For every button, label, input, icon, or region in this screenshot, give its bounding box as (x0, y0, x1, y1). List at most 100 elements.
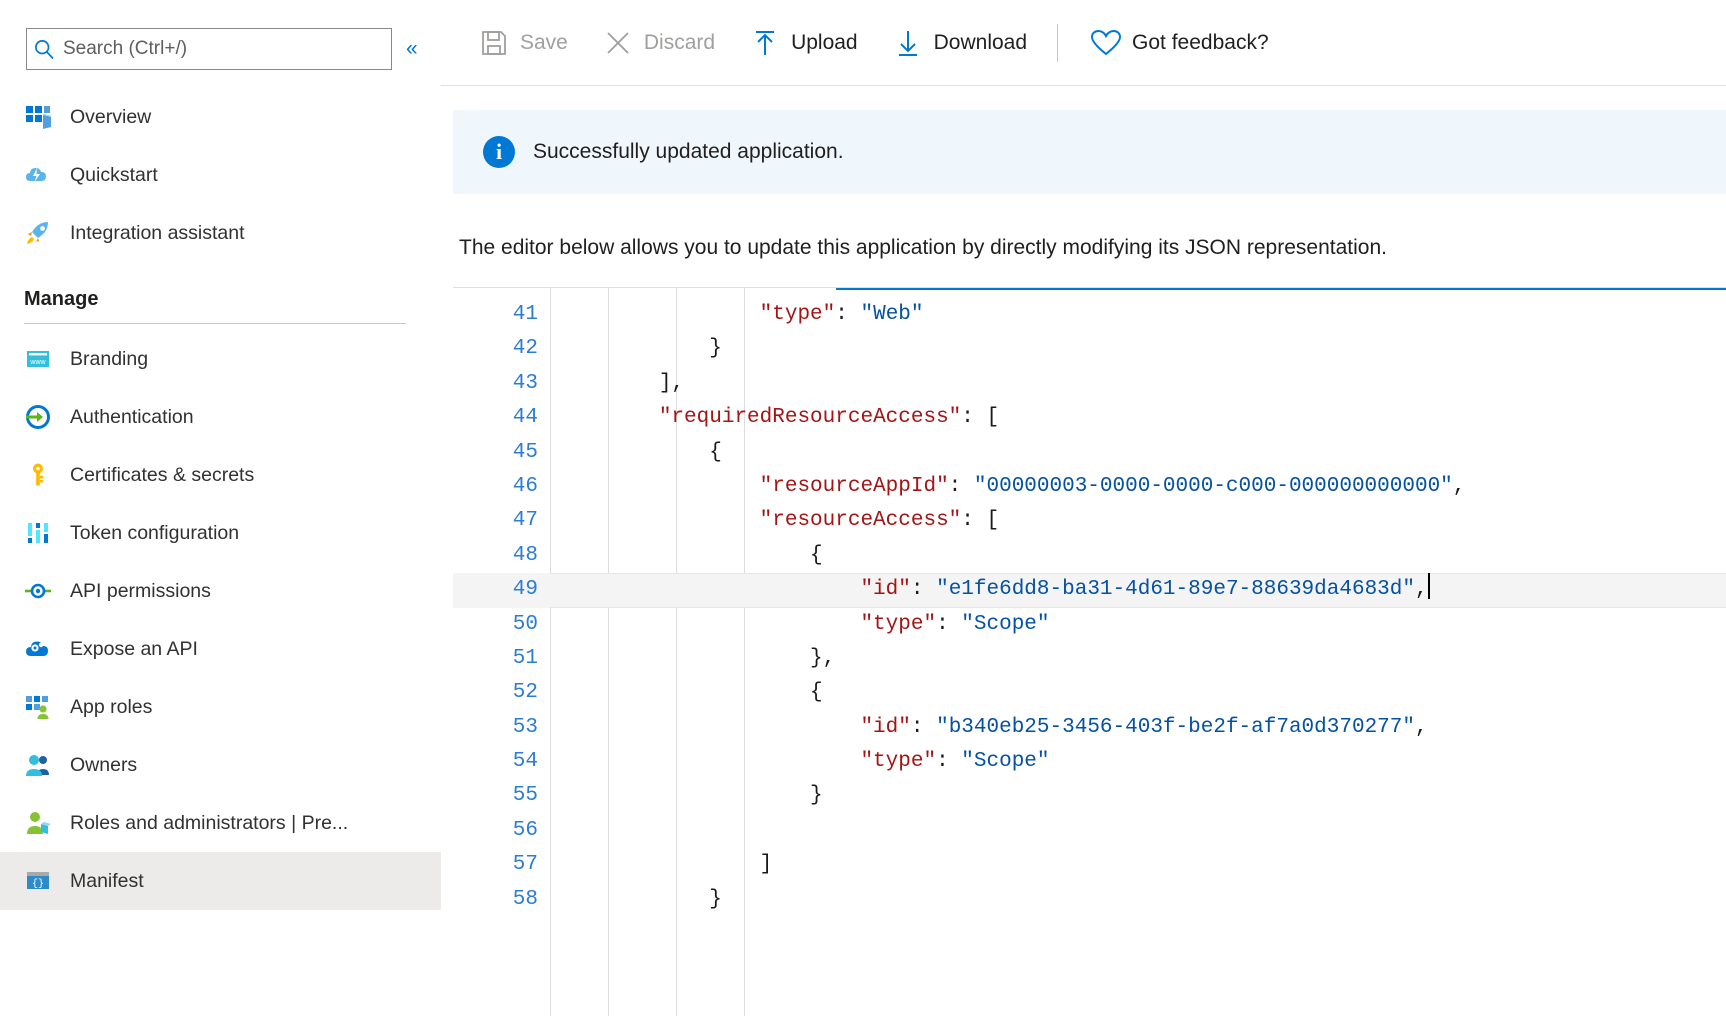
code-line[interactable]: 51 }, (453, 642, 1726, 676)
sidebar-item-token-configuration[interactable]: Token configuration (0, 504, 441, 562)
line-number: 51 (512, 646, 538, 670)
line-number: 57 (512, 853, 538, 877)
sidebar-item-roles-and-administrators[interactable]: Roles and administrators | Pre... (0, 794, 441, 852)
text-cursor (1427, 573, 1430, 600)
code-line[interactable]: 47 "resourceAccess": [ (453, 504, 1726, 538)
line-number: 54 (512, 750, 538, 774)
code-token-str: "00000003-0000-0000-c000-000000000000" (973, 474, 1453, 498)
code-line[interactable]: 50 "type": "Scope" (453, 608, 1726, 642)
code-line[interactable]: 56 (453, 814, 1726, 848)
code-line[interactable]: 58 } (453, 883, 1726, 917)
code-line[interactable]: 46 "resourceAppId": "00000003-0000-0000-… (453, 470, 1726, 504)
app-roles-icon (24, 691, 62, 723)
code-line[interactable]: 48 { (453, 539, 1726, 573)
search-box[interactable] (26, 28, 392, 70)
line-number: 56 (512, 818, 538, 842)
upload-button[interactable]: Upload (739, 18, 864, 68)
roles-admin-icon (24, 807, 62, 839)
token-bars-icon (24, 517, 62, 549)
sidebar-item-label: Owners (70, 753, 138, 776)
search-input[interactable] (61, 30, 391, 68)
line-number: 48 (512, 543, 538, 567)
download-button[interactable]: Download (882, 18, 1033, 68)
sidebar-manage-items: www Branding Authentication Certificates… (0, 330, 441, 910)
line-number: 50 (512, 612, 538, 636)
code-text: { (550, 676, 823, 710)
command-toolbar: Save Discard Upload Download Got feedbac… (441, 0, 1726, 86)
code-line[interactable]: 54 "type": "Scope" (453, 745, 1726, 779)
code-line[interactable]: 55 } (453, 779, 1726, 813)
download-label: Download (933, 30, 1028, 54)
authentication-arrow-icon (24, 401, 62, 433)
code-line[interactable]: 42 } (453, 332, 1726, 366)
code-line[interactable]: 44 "requiredResourceAccess": [ (453, 401, 1726, 435)
expose-api-cloud-gear-icon (24, 633, 62, 665)
line-number: 58 (512, 887, 538, 911)
sidebar-item-authentication[interactable]: Authentication (0, 388, 441, 446)
got-feedback-button[interactable]: Got feedback? (1080, 18, 1275, 68)
code-line[interactable]: 41 "type": "Web" (453, 298, 1726, 332)
code-line[interactable]: 43 ], (453, 367, 1726, 401)
code-line[interactable]: 45 { (453, 436, 1726, 470)
sidebar-item-label: Integration assistant (70, 221, 245, 244)
code-text: } (550, 779, 823, 813)
save-button[interactable]: Save (468, 18, 574, 68)
collapse-sidebar-button[interactable]: « (406, 34, 418, 64)
code-text: "requiredResourceAccess": [ (550, 401, 999, 435)
sidebar-item-owners[interactable]: Owners (0, 736, 441, 794)
sidebar-item-label: Quickstart (70, 163, 158, 186)
svg-text:{}: {} (32, 878, 44, 890)
code-token-pun: : (910, 715, 937, 739)
sidebar-item-label: Overview (70, 105, 152, 128)
code-token-str: "b340eb25-3456-403f-be2f-af7a0d370277" (936, 715, 1415, 739)
code-line[interactable]: 49 "id": "e1fe6dd8-ba31-4d61-89e7-88639d… (453, 573, 1726, 608)
code-line[interactable]: 53 "id": "b340eb25-3456-403f-be2f-af7a0d… (453, 711, 1726, 745)
manifest-json-editor[interactable]: 41 "type": "Web" 42 } 43 ], 44 "requiredRes… (453, 287, 1726, 1016)
code-lines-container[interactable]: 41 "type": "Web" 42 } 43 ], 44 "requiredRes… (453, 288, 1726, 917)
code-token-str: "Scope" (961, 612, 1050, 636)
code-line[interactable]: 52 { (453, 676, 1726, 710)
sidebar-item-label: API permissions (70, 579, 211, 602)
sidebar: « Overview (0, 0, 470, 1016)
code-token-pun: ] (759, 853, 773, 877)
sidebar-item-manifest[interactable]: {} Manifest (0, 852, 441, 910)
code-text: "type": "Web" (550, 298, 924, 332)
toolbar-separator (1057, 23, 1059, 62)
code-text: "resourceAppId": "00000003-0000-0000-c00… (550, 470, 1466, 504)
notification-text: Successfully updated application. (533, 140, 844, 163)
line-number: 46 (512, 474, 538, 498)
status-notification-bar: i Successfully updated application. (453, 110, 1726, 194)
code-text: "id": "e1fe6dd8-ba31-4d61-89e7-88639da46… (550, 573, 1430, 607)
sidebar-group-title: Manage (24, 288, 99, 310)
divider (24, 323, 406, 324)
sidebar-item-api-permissions[interactable]: API permissions (0, 562, 441, 620)
sidebar-group-manage: Manage (0, 262, 441, 324)
save-disk-icon (474, 28, 514, 58)
rocket-icon (24, 217, 62, 249)
sidebar-item-label: Expose an API (70, 637, 198, 660)
azure-portal-manifest-page: « Overview (0, 0, 1726, 1016)
sidebar-item-branding[interactable]: www Branding (0, 330, 441, 388)
code-token-pun: , (1414, 715, 1428, 739)
code-text: } (550, 883, 722, 917)
heart-icon (1086, 28, 1126, 58)
svg-text:www: www (29, 359, 46, 366)
line-number: 53 (512, 715, 538, 739)
code-line[interactable]: 57 ] (453, 848, 1726, 882)
code-token-pun: : (835, 303, 861, 326)
sidebar-item-app-roles[interactable]: App roles (0, 678, 441, 736)
code-token-str: "Scope" (961, 750, 1050, 774)
overview-grid-icon (24, 101, 62, 133)
sidebar-item-overview[interactable]: Overview (0, 88, 441, 146)
code-text: "id": "b340eb25-3456-403f-be2f-af7a0d370… (550, 711, 1428, 745)
download-arrow-down-icon (888, 28, 928, 58)
line-number: 52 (512, 681, 538, 705)
sidebar-item-integration-assistant[interactable]: Integration assistant (0, 204, 441, 262)
sidebar-item-quickstart[interactable]: Quickstart (0, 146, 441, 204)
discard-label: Discard (643, 30, 716, 54)
sidebar-item-certificates-and-secrets[interactable]: Certificates & secrets (0, 446, 441, 504)
code-text: "type": "Scope" (550, 745, 1050, 779)
code-text: }, (550, 642, 835, 676)
discard-button[interactable]: Discard (592, 18, 721, 68)
sidebar-item-expose-an-api[interactable]: Expose an API (0, 620, 441, 678)
